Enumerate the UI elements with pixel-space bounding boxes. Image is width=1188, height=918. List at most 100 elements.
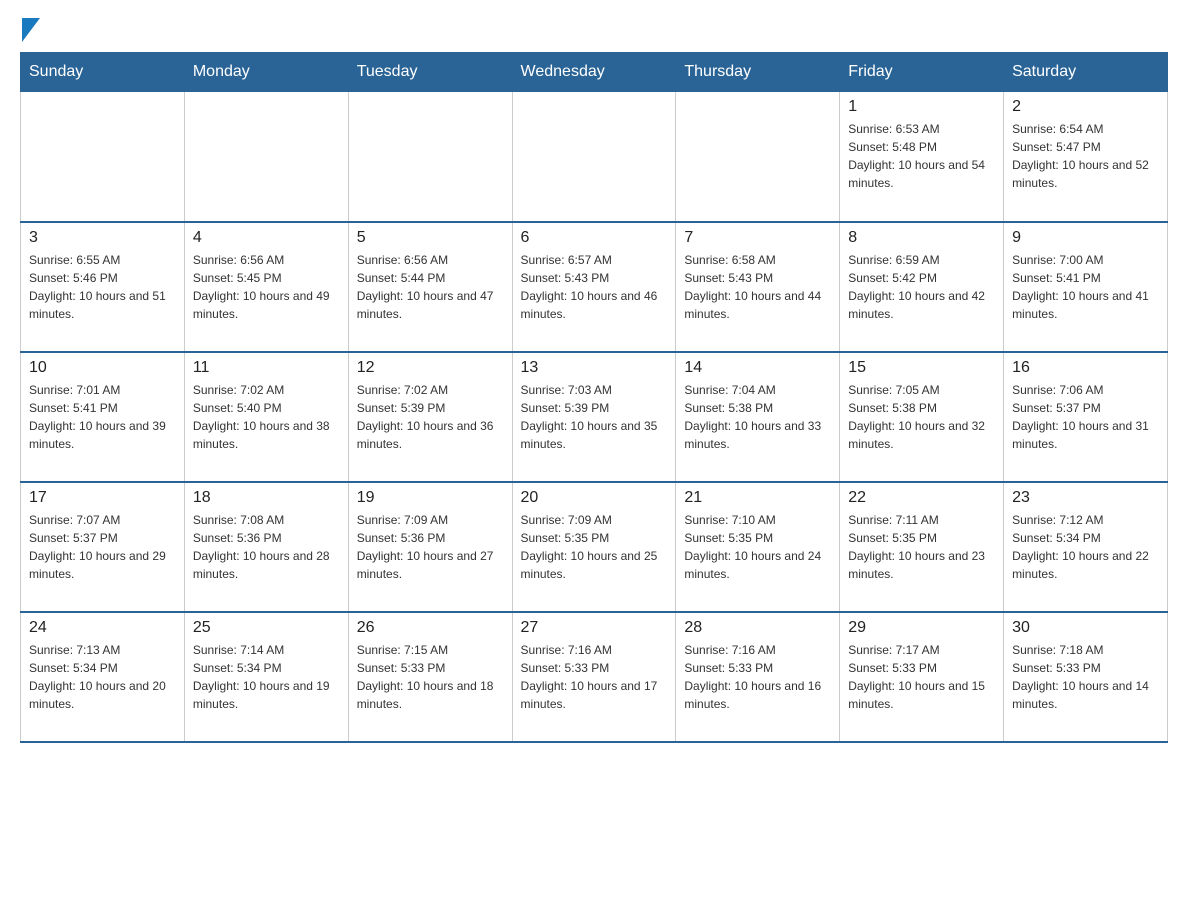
- day-info: Sunrise: 7:16 AMSunset: 5:33 PMDaylight:…: [684, 641, 831, 713]
- calendar-week-row: 1 Sunrise: 6:53 AMSunset: 5:48 PMDaylight…: [21, 92, 1168, 222]
- day-number: 6: [521, 229, 668, 247]
- day-number: 8: [848, 229, 995, 247]
- col-saturday: Saturday: [1004, 53, 1168, 92]
- calendar-day-cell: [348, 92, 512, 222]
- calendar-week-row: 3 Sunrise: 6:55 AMSunset: 5:46 PMDaylight…: [21, 222, 1168, 352]
- day-number: 20: [521, 489, 668, 507]
- day-info: Sunrise: 7:15 AMSunset: 5:33 PMDaylight:…: [357, 641, 504, 713]
- day-number: 1: [848, 98, 995, 116]
- col-tuesday: Tuesday: [348, 53, 512, 92]
- day-info: Sunrise: 7:05 AMSunset: 5:38 PMDaylight:…: [848, 381, 995, 453]
- day-number: 27: [521, 619, 668, 637]
- day-number: 26: [357, 619, 504, 637]
- day-number: 13: [521, 359, 668, 377]
- col-friday: Friday: [840, 53, 1004, 92]
- day-number: 12: [357, 359, 504, 377]
- day-number: 14: [684, 359, 831, 377]
- day-info: Sunrise: 6:57 AMSunset: 5:43 PMDaylight:…: [521, 251, 668, 323]
- day-number: 25: [193, 619, 340, 637]
- calendar-day-cell: 21Sunrise: 7:10 AMSunset: 5:35 PMDayligh…: [676, 482, 840, 612]
- page-header: [20, 20, 1168, 42]
- day-number: 24: [29, 619, 176, 637]
- day-number: 5: [357, 229, 504, 247]
- calendar-day-cell: 24 Sunrise: 7:13 AMSunset: 5:34 PMDayligh…: [21, 612, 185, 742]
- calendar-day-cell: 15 Sunrise: 7:05 AMSunset: 5:38 PMDayligh…: [840, 352, 1004, 482]
- calendar-day-cell: 3 Sunrise: 6:55 AMSunset: 5:46 PMDaylight…: [21, 222, 185, 352]
- day-info: Sunrise: 7:06 AMSunset: 5:37 PMDaylight:…: [1012, 381, 1159, 453]
- calendar-day-cell: 20 Sunrise: 7:09 AMSunset: 5:35 PMDayligh…: [512, 482, 676, 612]
- calendar-day-cell: 17Sunrise: 7:07 AMSunset: 5:37 PMDayligh…: [21, 482, 185, 612]
- day-info: Sunrise: 7:04 AMSunset: 5:38 PMDaylight:…: [684, 381, 831, 453]
- calendar-day-cell: 10 Sunrise: 7:01 AMSunset: 5:41 PMDayligh…: [21, 352, 185, 482]
- calendar-day-cell: 28 Sunrise: 7:16 AMSunset: 5:33 PMDayligh…: [676, 612, 840, 742]
- logo-triangle-icon: [22, 18, 40, 42]
- day-info: Sunrise: 6:56 AMSunset: 5:44 PMDaylight:…: [357, 251, 504, 323]
- calendar-day-cell: 25 Sunrise: 7:14 AMSunset: 5:34 PMDayligh…: [184, 612, 348, 742]
- calendar-day-cell: 29Sunrise: 7:17 AMSunset: 5:33 PMDayligh…: [840, 612, 1004, 742]
- day-number: 23: [1012, 489, 1159, 507]
- calendar-day-cell: 14 Sunrise: 7:04 AMSunset: 5:38 PMDayligh…: [676, 352, 840, 482]
- day-info: Sunrise: 7:13 AMSunset: 5:34 PMDaylight:…: [29, 641, 176, 713]
- day-number: 17: [29, 489, 176, 507]
- calendar-week-row: 24 Sunrise: 7:13 AMSunset: 5:34 PMDayligh…: [21, 612, 1168, 742]
- calendar-day-cell: 8 Sunrise: 6:59 AMSunset: 5:42 PMDaylight…: [840, 222, 1004, 352]
- day-info: Sunrise: 7:03 AMSunset: 5:39 PMDaylight:…: [521, 381, 668, 453]
- calendar-day-cell: [21, 92, 185, 222]
- calendar-week-row: 17Sunrise: 7:07 AMSunset: 5:37 PMDayligh…: [21, 482, 1168, 612]
- calendar-day-cell: 26 Sunrise: 7:15 AMSunset: 5:33 PMDayligh…: [348, 612, 512, 742]
- day-info: Sunrise: 6:55 AMSunset: 5:46 PMDaylight:…: [29, 251, 176, 323]
- logo: [20, 20, 40, 42]
- calendar-day-cell: 5 Sunrise: 6:56 AMSunset: 5:44 PMDaylight…: [348, 222, 512, 352]
- day-info: Sunrise: 7:01 AMSunset: 5:41 PMDaylight:…: [29, 381, 176, 453]
- day-info: Sunrise: 6:58 AMSunset: 5:43 PMDaylight:…: [684, 251, 831, 323]
- day-number: 3: [29, 229, 176, 247]
- day-info: Sunrise: 7:11 AMSunset: 5:35 PMDaylight:…: [848, 511, 995, 583]
- day-number: 4: [193, 229, 340, 247]
- day-info: Sunrise: 7:18 AMSunset: 5:33 PMDaylight:…: [1012, 641, 1159, 713]
- calendar-table: Sunday Monday Tuesday Wednesday Thursday…: [20, 52, 1168, 743]
- day-number: 10: [29, 359, 176, 377]
- calendar-day-cell: 4 Sunrise: 6:56 AMSunset: 5:45 PMDaylight…: [184, 222, 348, 352]
- day-number: 2: [1012, 98, 1159, 116]
- day-info: Sunrise: 7:09 AMSunset: 5:35 PMDaylight:…: [521, 511, 668, 583]
- day-info: Sunrise: 7:17 AMSunset: 5:33 PMDaylight:…: [848, 641, 995, 713]
- day-info: Sunrise: 6:53 AMSunset: 5:48 PMDaylight:…: [848, 120, 995, 192]
- day-number: 7: [684, 229, 831, 247]
- calendar-day-cell: 23 Sunrise: 7:12 AMSunset: 5:34 PMDayligh…: [1004, 482, 1168, 612]
- calendar-day-cell: 13 Sunrise: 7:03 AMSunset: 5:39 PMDayligh…: [512, 352, 676, 482]
- day-number: 30: [1012, 619, 1159, 637]
- calendar-day-cell: 7 Sunrise: 6:58 AMSunset: 5:43 PMDaylight…: [676, 222, 840, 352]
- calendar-header-row: Sunday Monday Tuesday Wednesday Thursday…: [21, 53, 1168, 92]
- day-info: Sunrise: 7:08 AMSunset: 5:36 PMDaylight:…: [193, 511, 340, 583]
- day-number: 15: [848, 359, 995, 377]
- calendar-day-cell: 30 Sunrise: 7:18 AMSunset: 5:33 PMDayligh…: [1004, 612, 1168, 742]
- day-info: Sunrise: 6:54 AMSunset: 5:47 PMDaylight:…: [1012, 120, 1159, 192]
- day-info: Sunrise: 7:00 AMSunset: 5:41 PMDaylight:…: [1012, 251, 1159, 323]
- calendar-day-cell: 27Sunrise: 7:16 AMSunset: 5:33 PMDayligh…: [512, 612, 676, 742]
- calendar-day-cell: [676, 92, 840, 222]
- calendar-day-cell: [512, 92, 676, 222]
- day-info: Sunrise: 7:02 AMSunset: 5:39 PMDaylight:…: [357, 381, 504, 453]
- day-number: 9: [1012, 229, 1159, 247]
- day-info: Sunrise: 7:02 AMSunset: 5:40 PMDaylight:…: [193, 381, 340, 453]
- day-info: Sunrise: 7:14 AMSunset: 5:34 PMDaylight:…: [193, 641, 340, 713]
- day-number: 16: [1012, 359, 1159, 377]
- day-info: Sunrise: 6:56 AMSunset: 5:45 PMDaylight:…: [193, 251, 340, 323]
- calendar-day-cell: 19 Sunrise: 7:09 AMSunset: 5:36 PMDayligh…: [348, 482, 512, 612]
- day-info: Sunrise: 6:59 AMSunset: 5:42 PMDaylight:…: [848, 251, 995, 323]
- col-sunday: Sunday: [21, 53, 185, 92]
- calendar-day-cell: 12 Sunrise: 7:02 AMSunset: 5:39 PMDayligh…: [348, 352, 512, 482]
- day-number: 28: [684, 619, 831, 637]
- day-info: Sunrise: 7:12 AMSunset: 5:34 PMDaylight:…: [1012, 511, 1159, 583]
- calendar-day-cell: 18Sunrise: 7:08 AMSunset: 5:36 PMDayligh…: [184, 482, 348, 612]
- calendar-day-cell: 16 Sunrise: 7:06 AMSunset: 5:37 PMDayligh…: [1004, 352, 1168, 482]
- day-info: Sunrise: 7:09 AMSunset: 5:36 PMDaylight:…: [357, 511, 504, 583]
- calendar-day-cell: 1 Sunrise: 6:53 AMSunset: 5:48 PMDaylight…: [840, 92, 1004, 222]
- col-thursday: Thursday: [676, 53, 840, 92]
- day-number: 21: [684, 489, 831, 507]
- col-monday: Monday: [184, 53, 348, 92]
- calendar-day-cell: 22Sunrise: 7:11 AMSunset: 5:35 PMDayligh…: [840, 482, 1004, 612]
- day-number: 11: [193, 359, 340, 377]
- day-number: 19: [357, 489, 504, 507]
- calendar-week-row: 10 Sunrise: 7:01 AMSunset: 5:41 PMDayligh…: [21, 352, 1168, 482]
